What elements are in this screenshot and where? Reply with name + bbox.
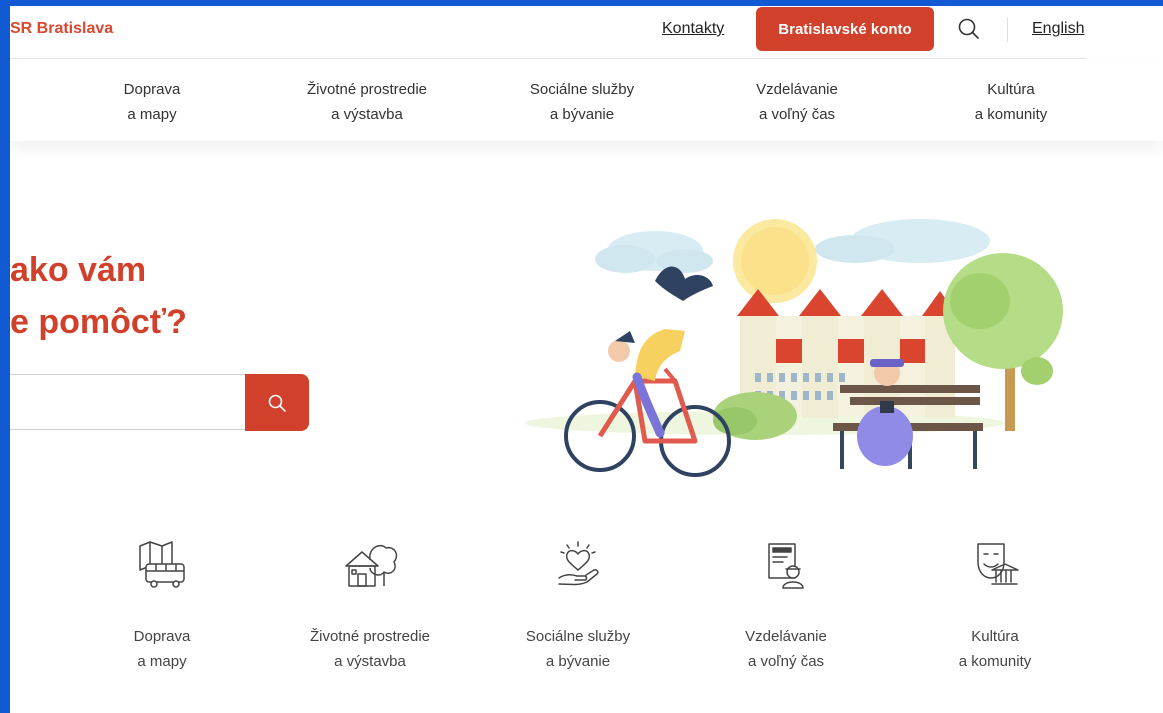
top-bar: SR Bratislava Kontakty Bratislavské kont…	[10, 6, 1086, 59]
search-icon[interactable]	[956, 16, 982, 42]
tile-zivotne-prostredie[interactable]: Životné prostredie a výstavba	[280, 540, 460, 674]
nav-item-line2: a komunity	[974, 106, 1048, 123]
nav-item-line2: a bývanie	[549, 106, 615, 123]
language-link[interactable]: English	[1032, 20, 1084, 38]
nav-item-line1: Sociálne služby	[529, 81, 635, 98]
site-brand[interactable]: SR Bratislava	[10, 20, 113, 38]
search-icon	[268, 394, 286, 412]
nav-item-zivotne-prostredie[interactable]: Životné prostredie a výstavba	[272, 77, 462, 127]
tile-label-line1: Sociálne služby	[525, 628, 631, 645]
tile-label: Životné prostredie a výstavba	[280, 624, 460, 674]
nav-item-line1: Vzdelávanie	[756, 81, 838, 98]
theatre-mask-icon	[977, 543, 1019, 585]
browser-viewport: SR Bratislava Kontakty Bratislavské kont…	[10, 6, 1163, 713]
header-divider	[1007, 18, 1008, 42]
tile-label: Sociálne služby a bývanie	[488, 624, 668, 674]
house-tree-icon	[345, 544, 398, 587]
tile-label-line2: a výstavba	[334, 653, 406, 670]
nav-item-line1: Životné prostredie	[306, 81, 428, 98]
document-person-icon	[768, 543, 804, 589]
nav-item-socialne-sluzby[interactable]: Sociálne služby a bývanie	[487, 77, 677, 127]
nav-item-line2: a výstavba	[331, 106, 403, 123]
tile-vzdelavanie[interactable]: Vzdelávanie a voľný čas	[696, 540, 876, 674]
nav-item-line2: a mapy	[127, 106, 177, 123]
tile-label-line2: a mapy	[137, 653, 187, 670]
tile-label-line2: a bývanie	[545, 653, 611, 670]
account-button[interactable]: Bratislavské konto	[756, 7, 934, 51]
tile-kultura[interactable]: Kultúra a komunity	[905, 540, 1085, 674]
tile-label-line1: Doprava	[133, 628, 191, 645]
nav-item-line1: Kultúra	[987, 81, 1035, 98]
hero-illustration	[525, 219, 1063, 477]
tile-label: Kultúra a komunity	[905, 624, 1085, 674]
hero-headline: ako vám e pomôcť?	[10, 244, 187, 348]
category-nav: Doprava a mapy Životné prostredie a výst…	[10, 59, 1163, 141]
tile-label-line2: a komunity	[958, 653, 1032, 670]
contacts-link[interactable]: Kontakty	[662, 20, 724, 38]
hero-search-input[interactable]	[10, 374, 246, 430]
nav-item-doprava[interactable]: Doprava a mapy	[57, 77, 247, 127]
tile-label: Doprava a mapy	[72, 624, 252, 674]
heart-hand-icon	[558, 541, 599, 586]
headline-line1: ako vám	[10, 251, 147, 289]
tile-socialne-sluzby[interactable]: Sociálne služby a bývanie	[488, 540, 668, 674]
nav-item-kultura[interactable]: Kultúra a komunity	[916, 77, 1106, 127]
tile-label-line1: Životné prostredie	[309, 628, 431, 645]
transport-map-icon	[139, 541, 185, 588]
tile-label-line1: Kultúra	[971, 628, 1019, 645]
nav-item-line1: Doprava	[123, 81, 181, 98]
hero-search-button[interactable]	[245, 374, 309, 431]
tile-label-line1: Vzdelávanie	[745, 628, 827, 645]
tile-doprava[interactable]: Doprava a mapy	[72, 540, 252, 674]
headline-line2: e pomôcť?	[10, 303, 187, 341]
nav-item-vzdelavanie[interactable]: Vzdelávanie a voľný čas	[702, 77, 892, 127]
tile-label: Vzdelávanie a voľný čas	[696, 624, 876, 674]
nav-item-line2: a voľný čas	[758, 106, 836, 123]
tile-label-line2: a voľný čas	[747, 653, 825, 670]
